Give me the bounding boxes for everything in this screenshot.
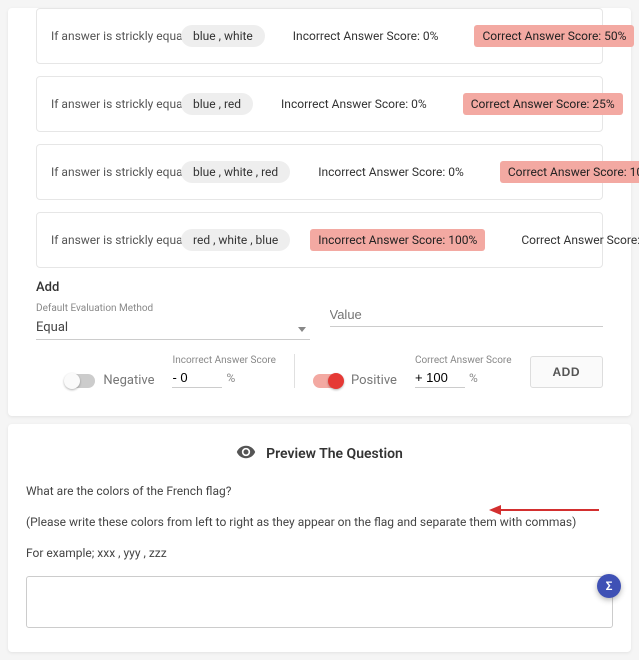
correct-score-badge[interactable]: Correct Answer Score: 50% (474, 25, 634, 47)
correct-score-badge[interactable]: Correct Answer Score: 0% (513, 229, 639, 251)
rule-row: If answer is strickly equal to blue , red… (36, 76, 603, 132)
incorrect-score-badge[interactable]: Incorrect Answer Score: 100% (310, 229, 485, 251)
incorrect-score-badge[interactable]: Incorrect Answer Score: 0% (273, 93, 435, 115)
rule-condition-label: If answer is strickly equal to (51, 165, 171, 179)
rule-condition-label: If answer is strickly equal to (51, 233, 171, 247)
rule-row: If answer is strickly equal to blue , whi… (36, 144, 603, 200)
correct-score-input[interactable] (415, 368, 465, 388)
rule-chip[interactable]: blue , white (181, 25, 265, 47)
add-title: Add (36, 280, 603, 295)
rules-card: If answer is strickly equal to blue , whi… (8, 8, 631, 416)
negative-toggle-wrap: Negative (65, 373, 154, 388)
incorrect-score-badge[interactable]: Incorrect Answer Score: 0% (310, 161, 472, 183)
percent-symbol: % (469, 371, 478, 385)
negative-toggle-label: Negative (103, 373, 154, 388)
method-field[interactable]: Default Evaluation Method Equal (36, 303, 310, 340)
answer-input[interactable] (26, 576, 613, 628)
rule-chip[interactable]: blue , white , red (181, 161, 290, 183)
preview-card: Preview The Question What are the colors… (8, 424, 631, 652)
divider (294, 354, 295, 388)
incorrect-score-input[interactable] (172, 368, 222, 388)
value-field[interactable] (330, 303, 604, 340)
rule-chip[interactable]: blue , red (181, 93, 253, 115)
preview-title: Preview The Question (266, 446, 403, 462)
negative-toggle[interactable] (65, 374, 95, 388)
eye-icon (236, 442, 256, 466)
correct-score-badge[interactable]: Correct Answer Score: 100% (500, 161, 639, 183)
correct-score-badge[interactable]: Correct Answer Score: 25% (463, 93, 623, 115)
question-line-3: For example; xxx , yyy , zzz (26, 544, 613, 563)
correct-score-label: Correct Answer Score (415, 355, 512, 366)
positive-toggle-label: Positive (351, 373, 397, 388)
method-label: Default Evaluation Method (36, 303, 310, 314)
add-section: Add Default Evaluation Method Equal Nega… (36, 280, 603, 388)
rule-chip[interactable]: red , white , blue (181, 229, 290, 251)
sigma-fab[interactable]: Σ (597, 574, 621, 598)
rule-condition-label: If answer is strickly equal to (51, 97, 171, 111)
rule-row: If answer is strickly equal to red , whit… (36, 212, 603, 268)
correct-score-block: Correct Answer Score % (415, 355, 512, 388)
rule-condition-label: If answer is strickly equal to (51, 29, 171, 43)
question-line-2: (Please write these colors from left to … (26, 513, 613, 532)
incorrect-score-block: Incorrect Answer Score % (172, 355, 276, 388)
positive-toggle-wrap: Positive (313, 373, 397, 388)
incorrect-score-label: Incorrect Answer Score (172, 355, 276, 366)
value-input[interactable] (330, 303, 604, 327)
rule-row: If answer is strickly equal to blue , whi… (36, 8, 603, 64)
question-line-1: What are the colors of the French flag? (26, 482, 613, 501)
percent-symbol: % (226, 371, 235, 385)
incorrect-score-badge[interactable]: Incorrect Answer Score: 0% (285, 25, 447, 47)
positive-toggle[interactable] (313, 374, 343, 388)
preview-header: Preview The Question (26, 442, 613, 466)
annotation-arrow (489, 504, 599, 516)
add-button[interactable]: ADD (530, 356, 604, 388)
method-select-value[interactable]: Equal (36, 316, 310, 340)
